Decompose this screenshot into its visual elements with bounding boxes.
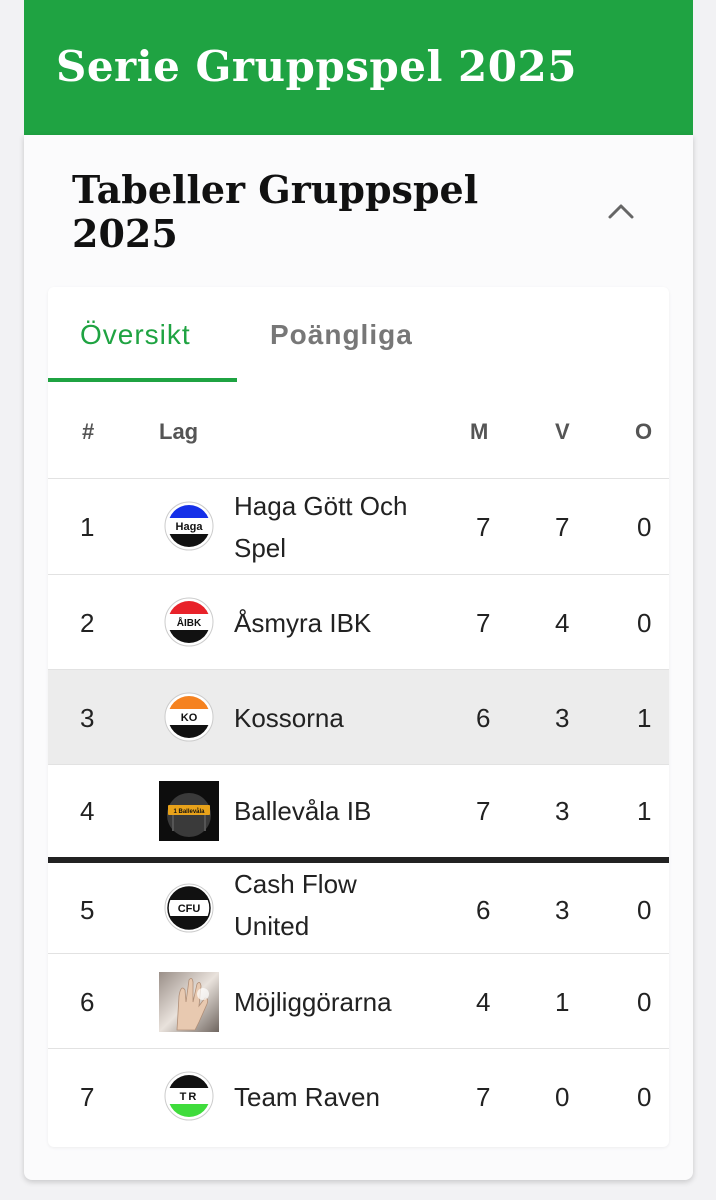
row-rank: 5 — [80, 895, 95, 925]
row-rank: 3 — [80, 703, 95, 733]
wins-value: 7 — [555, 512, 570, 542]
standings-panel: Översikt Poängliga # Lag M V O 1 Haga Ha… — [48, 287, 669, 1147]
draws-value: 1 — [637, 796, 652, 826]
team-logo: CFU — [164, 883, 214, 933]
table-row[interactable]: 2 ÅIBK Åsmyra IBK 7 4 0 — [48, 574, 669, 669]
row-rank: 4 — [80, 796, 95, 826]
matches-value: 6 — [476, 895, 491, 925]
row-rank: 6 — [80, 987, 95, 1017]
svg-text:ÅIBK: ÅIBK — [177, 616, 202, 629]
team-name[interactable]: Kossorna — [234, 697, 424, 739]
wins-value: 3 — [555, 796, 570, 826]
draws-value: 0 — [637, 512, 652, 542]
col-rank: # — [82, 419, 95, 444]
wins-value: 4 — [555, 608, 570, 638]
draws-value: 0 — [637, 608, 652, 638]
standings-card: Tabeller Gruppspel 2025 Översikt Poängli… — [24, 135, 693, 1180]
team-logo — [159, 972, 219, 1032]
team-name[interactable]: Möjliggörarna — [234, 981, 424, 1023]
row-rank: 2 — [80, 608, 95, 638]
logo-text: Haga — [176, 521, 204, 533]
draws-value: 0 — [637, 895, 652, 925]
card-title: Tabeller Gruppspel 2025 — [72, 167, 479, 256]
chevron-up-icon[interactable] — [606, 197, 636, 227]
matches-value: 7 — [476, 796, 491, 826]
header-bar: Serie Gruppspel 2025 — [24, 0, 693, 135]
table-row[interactable]: 4 1 Ballevåla Ballevåla IB 7 3 1 — [48, 764, 669, 857]
team-name[interactable]: Åsmyra IBK — [234, 602, 424, 644]
table-row[interactable]: 5 CFU Cash Flow United 6 3 0 — [48, 857, 669, 953]
team-logo: ÅIBK — [164, 597, 214, 647]
matches-value: 4 — [476, 987, 491, 1017]
svg-text:KO: KO — [181, 712, 198, 724]
wins-value: 3 — [555, 895, 570, 925]
tab-poangliga[interactable]: Poängliga — [270, 319, 413, 351]
team-name[interactable]: Haga Gött Och Spel — [234, 485, 424, 569]
row-rank: 7 — [80, 1082, 95, 1112]
svg-text:CFU: CFU — [178, 903, 201, 915]
matches-value: 6 — [476, 703, 491, 733]
team-logo: TR — [164, 1071, 214, 1121]
table-row[interactable]: 1 Haga Haga Gött Och Spel 7 7 0 — [48, 478, 669, 574]
matches-value: 7 — [476, 1082, 491, 1112]
team-logo: KO — [164, 692, 214, 742]
wins-value: 0 — [555, 1082, 570, 1112]
team-name[interactable]: Cash Flow United — [234, 863, 424, 947]
matches-value: 7 — [476, 512, 491, 542]
matches-value: 7 — [476, 608, 491, 638]
wins-value: 1 — [555, 987, 570, 1017]
col-wins: V — [555, 419, 570, 444]
tab-bar: Översikt Poängliga — [48, 287, 669, 383]
draws-value: 1 — [637, 703, 652, 733]
page-title: Serie Gruppspel 2025 — [56, 42, 577, 91]
draws-value: 0 — [637, 1082, 652, 1112]
table-row[interactable]: 6 Möjliggörarna 4 1 0 — [48, 953, 669, 1048]
col-draws: O — [635, 419, 653, 444]
col-matches: M — [470, 419, 489, 444]
row-rank: 1 — [80, 512, 95, 542]
draws-value: 0 — [637, 987, 652, 1017]
table-row[interactable]: 3 KO Kossorna 6 3 1 — [48, 669, 669, 764]
team-logo: Haga — [164, 501, 214, 551]
team-name[interactable]: Ballevåla IB — [234, 790, 424, 832]
table-row[interactable]: 7 TR Team Raven 7 0 0 — [48, 1048, 669, 1147]
active-tab-indicator — [48, 378, 237, 382]
col-team: Lag — [159, 419, 199, 444]
wins-value: 3 — [555, 703, 570, 733]
svg-text:TR: TR — [180, 1091, 199, 1103]
team-name[interactable]: Team Raven — [234, 1076, 424, 1118]
team-logo: 1 Ballevåla — [159, 781, 219, 841]
svg-text:1 Ballevåla: 1 Ballevåla — [173, 808, 205, 815]
tab-oversikt[interactable]: Översikt — [80, 319, 191, 351]
